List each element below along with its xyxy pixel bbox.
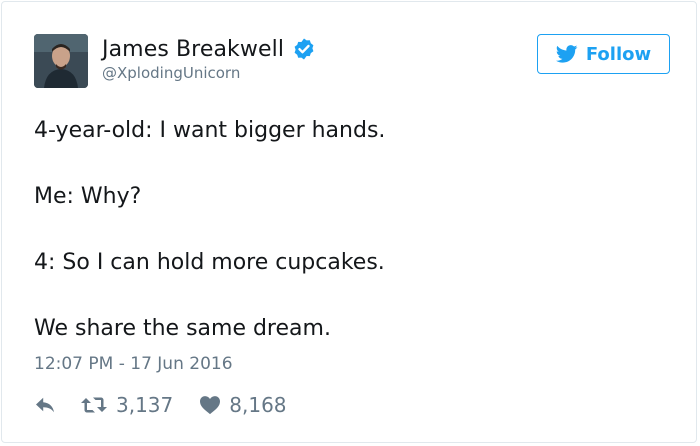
- reply-button[interactable]: [34, 396, 80, 414]
- like-count: 8,168: [229, 393, 287, 417]
- tweet-line-1: 4-year-old: I want bigger hands.: [34, 118, 386, 143]
- tweet-actions: 3,137 8,168: [34, 390, 287, 420]
- tweet-timestamp[interactable]: 12:07 PM - 17 Jun 2016: [34, 354, 233, 374]
- follow-button[interactable]: Follow: [537, 34, 670, 74]
- retweet-button[interactable]: 3,137: [80, 393, 173, 417]
- verified-badge-icon: [292, 37, 316, 61]
- tweet-line-3: 4: So I can hold more cupcakes.: [34, 250, 385, 275]
- heart-icon: [199, 395, 221, 415]
- retweet-count: 3,137: [116, 393, 174, 417]
- like-button[interactable]: 8,168: [199, 393, 287, 417]
- twitter-bird-icon: [555, 45, 578, 63]
- reply-icon: [34, 396, 56, 414]
- tweet-line-4: We share the same dream.: [34, 316, 331, 341]
- avatar[interactable]: [34, 34, 88, 88]
- tweet-card: James Breakwell @XplodingUnicorn Follow …: [1, 1, 697, 443]
- follow-button-label: Follow: [585, 43, 652, 65]
- avatar-photo-icon: [34, 34, 88, 88]
- retweet-icon: [80, 395, 108, 415]
- tweet-line-2: Me: Why?: [34, 184, 142, 209]
- user-handle[interactable]: @XplodingUnicorn: [102, 64, 240, 82]
- author-name-row: James Breakwell: [102, 35, 316, 63]
- display-name[interactable]: James Breakwell: [102, 37, 284, 62]
